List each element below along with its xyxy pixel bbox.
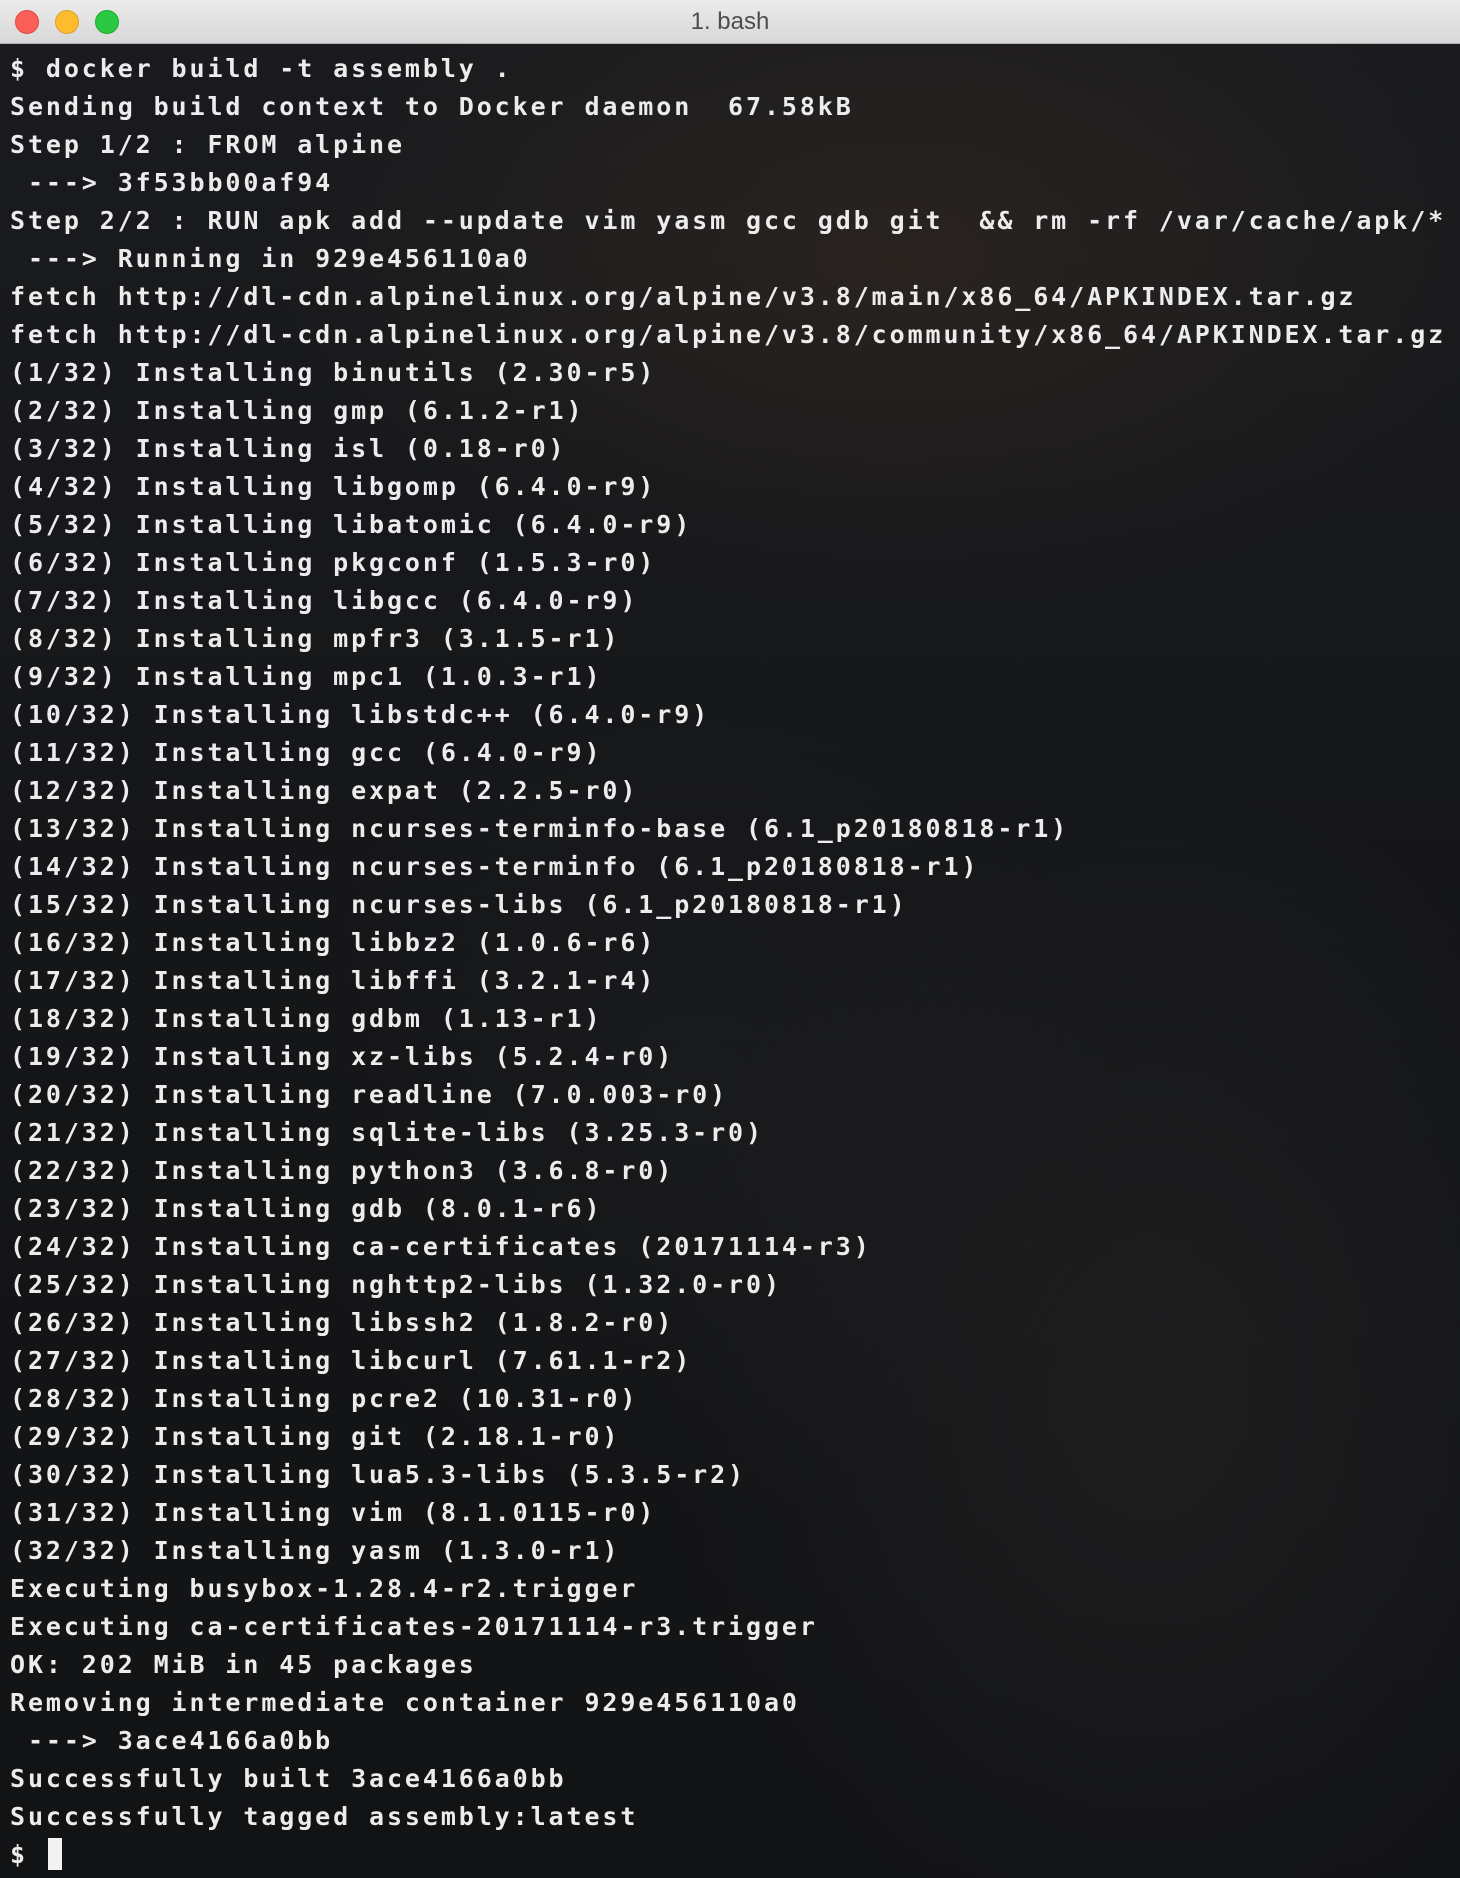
output-line: (9/32) Installing mpc1 (1.0.3-r1) bbox=[10, 662, 603, 691]
output-line: (10/32) Installing libstdc++ (6.4.0-r9) bbox=[10, 700, 711, 729]
output-line: ---> 3f53bb00af94 bbox=[10, 168, 334, 197]
output-line: (5/32) Installing libatomic (6.4.0-r9) bbox=[10, 510, 693, 539]
output-line: fetch http://dl-cdn.alpinelinux.org/alpi… bbox=[10, 320, 1447, 349]
output-line: (18/32) Installing gdbm (1.13-r1) bbox=[10, 1004, 603, 1033]
output-line: (20/32) Installing readline (7.0.003-r0) bbox=[10, 1080, 729, 1109]
output-line: ---> 3ace4166a0bb bbox=[10, 1726, 334, 1755]
output-line: (13/32) Installing ncurses-terminfo-base… bbox=[10, 814, 1070, 843]
output-line: (25/32) Installing nghttp2-libs (1.32.0-… bbox=[10, 1270, 782, 1299]
output-line: (24/32) Installing ca-certificates (2017… bbox=[10, 1232, 872, 1261]
output-line: Removing intermediate container 929e4561… bbox=[10, 1688, 800, 1717]
shell-prompt: $ bbox=[10, 1840, 46, 1869]
output-line: Sending build context to Docker daemon 6… bbox=[10, 92, 854, 121]
output-line: (22/32) Installing python3 (3.6.8-r0) bbox=[10, 1156, 675, 1185]
output-line: (30/32) Installing lua5.3-libs (5.3.5-r2… bbox=[10, 1460, 747, 1489]
prompt-line[interactable]: $ bbox=[10, 1836, 1460, 1874]
window-title: 1. bash bbox=[690, 8, 770, 35]
output-line: (15/32) Installing ncurses-libs (6.1_p20… bbox=[10, 890, 908, 919]
output-line: (12/32) Installing expat (2.2.5-r0) bbox=[10, 776, 639, 805]
output-line: (26/32) Installing libssh2 (1.8.2-r0) bbox=[10, 1308, 675, 1337]
output-line: (4/32) Installing libgomp (6.4.0-r9) bbox=[10, 472, 657, 501]
output-line: ---> Running in 929e456110a0 bbox=[10, 244, 531, 273]
output-line: (17/32) Installing libffi (3.2.1-r4) bbox=[10, 966, 657, 995]
output-line: (32/32) Installing yasm (1.3.0-r1) bbox=[10, 1536, 621, 1565]
output-line: (1/32) Installing binutils (2.30-r5) bbox=[10, 358, 657, 387]
output-line: (8/32) Installing mpfr3 (3.1.5-r1) bbox=[10, 624, 621, 653]
terminal-output[interactable]: $ docker build -t assembly . Sending buil… bbox=[10, 50, 1460, 1878]
output-line: fetch http://dl-cdn.alpinelinux.org/alpi… bbox=[10, 282, 1357, 311]
output-line: (14/32) Installing ncurses-terminfo (6.1… bbox=[10, 852, 980, 881]
output-line: OK: 202 MiB in 45 packages bbox=[10, 1650, 477, 1679]
output-line: (7/32) Installing libgcc (6.4.0-r9) bbox=[10, 586, 639, 615]
output-line: (6/32) Installing pkgconf (1.5.3-r0) bbox=[10, 548, 657, 577]
output-line: $ docker build -t assembly . bbox=[10, 54, 513, 83]
output-line: (3/32) Installing isl (0.18-r0) bbox=[10, 434, 567, 463]
output-line: (2/32) Installing gmp (6.1.2-r1) bbox=[10, 396, 585, 425]
terminal-window: 1. bash $ docker build -t assembly . Send… bbox=[0, 0, 1460, 1878]
output-line: (21/32) Installing sqlite-libs (3.25.3-r… bbox=[10, 1118, 764, 1147]
output-line: Step 1/2 : FROM alpine bbox=[10, 130, 405, 159]
output-line: (27/32) Installing libcurl (7.61.1-r2) bbox=[10, 1346, 693, 1375]
output-line: (11/32) Installing gcc (6.4.0-r9) bbox=[10, 738, 603, 767]
title-bar: 1. bash bbox=[0, 0, 1460, 44]
output-line: Successfully tagged assembly:latest bbox=[10, 1802, 639, 1831]
output-line: (16/32) Installing libbz2 (1.0.6-r6) bbox=[10, 928, 657, 957]
output-line: (28/32) Installing pcre2 (10.31-r0) bbox=[10, 1384, 639, 1413]
output-line: Executing ca-certificates-20171114-r3.tr… bbox=[10, 1612, 818, 1641]
output-line: (23/32) Installing gdb (8.0.1-r6) bbox=[10, 1194, 603, 1223]
text-cursor bbox=[47, 1838, 62, 1870]
output-line: (29/32) Installing git (2.18.1-r0) bbox=[10, 1422, 621, 1451]
output-line: Successfully built 3ace4166a0bb bbox=[10, 1764, 567, 1793]
output-line: (19/32) Installing xz-libs (5.2.4-r0) bbox=[10, 1042, 675, 1071]
output-line: (31/32) Installing vim (8.1.0115-r0) bbox=[10, 1498, 657, 1527]
output-line: Step 2/2 : RUN apk add --update vim yasm… bbox=[10, 206, 1447, 235]
output-line: Executing busybox-1.28.4-r2.trigger bbox=[10, 1574, 639, 1603]
